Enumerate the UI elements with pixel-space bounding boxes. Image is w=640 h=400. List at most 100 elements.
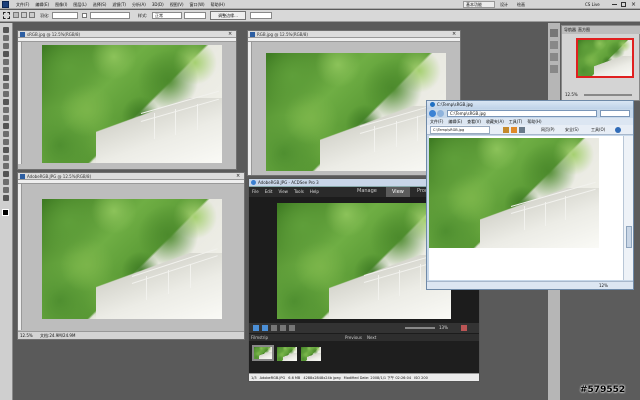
tool-icon[interactable]: [3, 27, 9, 33]
tools-menu[interactable]: 工具(O): [591, 127, 605, 133]
hand-tool-icon[interactable]: [289, 325, 295, 331]
menu-item[interactable]: 窗口(W): [190, 2, 205, 8]
ie-menu-item[interactable]: 编辑(E): [448, 118, 462, 125]
document-titlebar[interactable]: RGB.jpg @ 12.5%(RGB/8) ×: [248, 31, 460, 38]
search-box[interactable]: [600, 110, 630, 117]
style-select[interactable]: 正常: [152, 12, 182, 19]
tool-icon[interactable]: [3, 67, 9, 73]
workspace-paint[interactable]: 绘画: [517, 2, 525, 8]
ie-menu-item[interactable]: 工具(T): [509, 118, 523, 125]
home-icon[interactable]: [503, 127, 509, 133]
zoom-value[interactable]: 13%: [439, 325, 448, 330]
cs-live-button[interactable]: CS Live: [585, 2, 600, 7]
minimize-icon[interactable]: [612, 4, 617, 5]
zoom-slider[interactable]: [405, 327, 435, 329]
address-bar[interactable]: C:\Temp\sRGB.jpg: [447, 110, 597, 117]
page-menu[interactable]: 网页(P): [541, 127, 555, 133]
tool-icon[interactable]: [3, 75, 9, 81]
close-icon[interactable]: ×: [631, 1, 636, 8]
rotate-right-icon[interactable]: [262, 325, 268, 331]
acdsee-menu-item[interactable]: View: [278, 189, 288, 194]
tool-icon[interactable]: [3, 35, 9, 41]
ie-menu-item[interactable]: 文件(F): [430, 118, 443, 125]
filmstrip-thumb[interactable]: [252, 345, 274, 361]
acdsee-image-viewer[interactable]: [277, 203, 451, 319]
feather-input[interactable]: [52, 12, 78, 19]
mode-view[interactable]: View: [386, 187, 410, 197]
document-canvas[interactable]: [42, 199, 222, 319]
maximize-icon[interactable]: [621, 2, 626, 7]
tool-icon[interactable]: [3, 163, 9, 169]
zoom-tool-icon[interactable]: [271, 325, 277, 331]
foreground-color-swatch[interactable]: [2, 209, 9, 216]
back-button[interactable]: [429, 110, 436, 117]
ie-menu-item[interactable]: 收藏夹(A): [486, 118, 504, 125]
document-close-icon[interactable]: ×: [228, 31, 232, 37]
width-input[interactable]: [184, 12, 206, 19]
document-canvas[interactable]: [266, 53, 446, 171]
ie-scrollbar[interactable]: [623, 136, 633, 280]
ie-image[interactable]: [429, 138, 599, 248]
tool-icon[interactable]: [3, 43, 9, 49]
layers-icon[interactable]: [550, 29, 558, 37]
next-button[interactable]: Next: [367, 335, 376, 340]
document-titlebar[interactable]: sRGB.jpg @ 12.5%(RGB/8) ×: [18, 31, 236, 38]
refine-edge-button[interactable]: 调整边缘...: [210, 11, 246, 20]
forward-button[interactable]: [437, 110, 444, 117]
filmstrip-thumb[interactable]: [277, 347, 297, 361]
ps-logo-icon[interactable]: [2, 1, 9, 8]
tool-icon[interactable]: [3, 155, 9, 161]
height-input[interactable]: [250, 12, 272, 19]
rotate-left-icon[interactable]: [253, 325, 259, 331]
ie-titlebar[interactable]: C:\Temp\sRGB.jpg: [427, 101, 633, 109]
fit-icon[interactable]: [461, 325, 467, 331]
document-titlebar[interactable]: AdobeRGB.JPG @ 12.5%(RGB/8) ×: [18, 173, 244, 180]
feeds-icon[interactable]: [511, 127, 517, 133]
menu-item[interactable]: 图像(I): [55, 2, 67, 8]
document-canvas[interactable]: [42, 45, 222, 163]
menu-item[interactable]: 文件(F): [16, 2, 29, 8]
tool-icon[interactable]: [3, 139, 9, 145]
menu-item[interactable]: 滤镜(T): [112, 2, 126, 8]
ie-tab[interactable]: C:\Temp\sRGB.jpg: [430, 126, 490, 134]
menu-item[interactable]: 编辑(E): [35, 2, 49, 8]
tool-icon[interactable]: [3, 195, 9, 201]
tool-icon[interactable]: [3, 115, 9, 121]
menu-item[interactable]: 选择(S): [93, 2, 107, 8]
history-icon[interactable]: [550, 53, 558, 61]
menu-item[interactable]: 视图(V): [170, 2, 184, 8]
previous-button[interactable]: Previous: [345, 335, 362, 340]
acdsee-menu-item[interactable]: Edit: [265, 189, 273, 194]
tool-icon[interactable]: [3, 123, 9, 129]
tool-icon[interactable]: [3, 99, 9, 105]
print-icon[interactable]: [519, 127, 525, 133]
document-close-icon[interactable]: ×: [236, 173, 240, 179]
tab-navigator[interactable]: 导航器: [564, 26, 576, 34]
tool-icon[interactable]: [3, 59, 9, 65]
menu-item[interactable]: 3D(D): [152, 2, 164, 8]
tool-icon[interactable]: [3, 107, 9, 113]
menu-item[interactable]: 分析(A): [132, 2, 146, 8]
acdsee-menu-item[interactable]: Help: [310, 189, 319, 194]
acdsee-menu-item[interactable]: File: [252, 189, 259, 194]
menu-item[interactable]: 图层(L): [73, 2, 86, 8]
menu-item[interactable]: 帮助(H): [211, 2, 225, 8]
tool-icon[interactable]: [3, 91, 9, 97]
tool-icon[interactable]: [3, 131, 9, 137]
help-icon[interactable]: [615, 127, 621, 133]
ie-menu-item[interactable]: 查看(V): [467, 118, 481, 125]
swatches-icon[interactable]: [550, 65, 558, 73]
navigator-thumbnail[interactable]: [576, 38, 634, 78]
navigator-zoom[interactable]: 12.5%: [565, 92, 578, 97]
channels-icon[interactable]: [550, 41, 558, 49]
tool-icon[interactable]: [3, 187, 9, 193]
tool-icon[interactable]: [3, 83, 9, 89]
ie-menu-item[interactable]: 帮助(H): [527, 118, 541, 125]
ie-zoom[interactable]: 12%: [599, 283, 608, 288]
tool-icon[interactable]: [3, 147, 9, 153]
tool-icon[interactable]: [3, 51, 9, 57]
workspace-design[interactable]: 设计: [500, 2, 508, 8]
document-close-icon[interactable]: ×: [452, 31, 456, 37]
tab-histogram[interactable]: 直方图: [578, 26, 590, 34]
tool-icon[interactable]: [3, 179, 9, 185]
